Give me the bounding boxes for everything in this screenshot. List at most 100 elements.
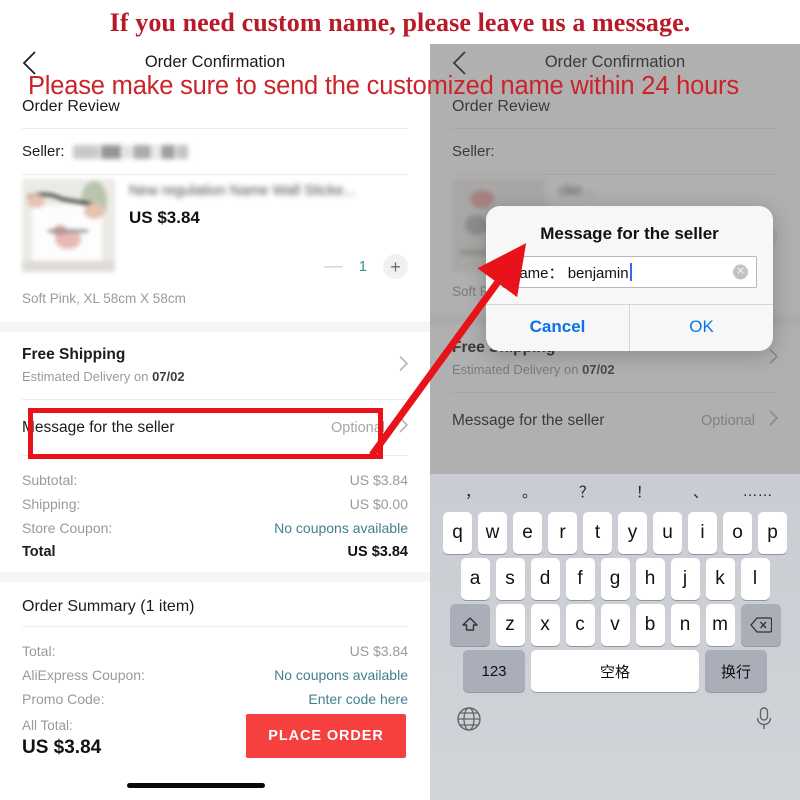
key-z[interactable]: z: [495, 604, 525, 646]
key-a[interactable]: a: [460, 558, 490, 600]
punctuation-row: ， 。 ？ ！ 、 ……: [430, 474, 800, 508]
annotation-headline-sub: Please make sure to send the customized …: [28, 72, 739, 100]
product-name: New regulation Name Wall Sticke...: [129, 183, 356, 199]
message-input-value: name： benjamin: [511, 264, 629, 282]
key-r[interactable]: r: [548, 512, 577, 554]
chevron-right-icon: [399, 355, 409, 376]
summary-row: Total: US $3.84: [22, 639, 408, 663]
globe-icon[interactable]: [456, 706, 482, 737]
total-row[interactable]: Store Coupon: No coupons available: [22, 516, 408, 540]
backspace-icon[interactable]: [740, 604, 781, 646]
key-w[interactable]: w: [478, 512, 507, 554]
key-n[interactable]: n: [670, 604, 700, 646]
key-t[interactable]: t: [583, 512, 612, 554]
right-phone-screen: Order Confirmation Order Review Seller:: [430, 44, 800, 800]
aliexpress-coupon-link[interactable]: No coupons available: [274, 667, 408, 683]
punct-key[interactable]: ，: [444, 481, 501, 502]
message-for-seller-dialog: Message for the seller name： benjamin ✕ …: [486, 206, 773, 351]
key-k[interactable]: k: [705, 558, 735, 600]
key-f[interactable]: f: [565, 558, 595, 600]
shipping-card: Free Shipping Estimated Delivery on 07/0…: [0, 332, 430, 572]
seller-row[interactable]: Seller:: [0, 129, 430, 174]
key-o[interactable]: o: [723, 512, 752, 554]
message-for-seller-value: Optional: [330, 419, 385, 436]
screenshot-root: Order Confirmation Order Review Seller:: [0, 0, 800, 800]
key-l[interactable]: l: [740, 558, 770, 600]
microphone-icon[interactable]: [754, 706, 774, 737]
seller-name-redacted: [72, 144, 188, 159]
place-order-button[interactable]: PLACE ORDER: [246, 714, 406, 758]
annotation-headline-top: If you need custom name, please leave us…: [109, 8, 691, 37]
product-thumbnail[interactable]: [22, 179, 115, 272]
totals-list: Subtotal: US $3.84 Shipping: US $0.00 St…: [0, 456, 430, 572]
total-value: US $3.84: [347, 544, 408, 560]
all-total-block: All Total: US $3.84: [22, 718, 101, 759]
key-d[interactable]: d: [530, 558, 560, 600]
summary-row[interactable]: AliExpress Coupon: No coupons available: [22, 663, 408, 687]
key-b[interactable]: b: [635, 604, 665, 646]
key-m[interactable]: m: [705, 604, 735, 646]
message-for-seller-label: Message for the seller: [22, 418, 175, 436]
store-coupon-link[interactable]: No coupons available: [274, 520, 408, 536]
keyboard-row-3: z x c v b n m: [430, 604, 800, 646]
return-key[interactable]: 换行: [705, 650, 767, 692]
product-price: US $3.84: [129, 208, 200, 227]
key-c[interactable]: c: [565, 604, 595, 646]
shift-up-icon[interactable]: [449, 604, 490, 646]
quantity-increment-button[interactable]: +: [383, 254, 408, 279]
key-y[interactable]: y: [618, 512, 647, 554]
dialog-actions: Cancel OK: [486, 304, 773, 351]
dialog-title: Message for the seller: [540, 224, 719, 243]
total-key: Subtotal:: [22, 472, 78, 488]
punct-key[interactable]: ？: [558, 481, 615, 502]
punct-key[interactable]: 。: [501, 481, 558, 502]
summary-key: Total:: [22, 643, 56, 659]
cancel-button[interactable]: Cancel: [486, 305, 630, 351]
message-for-seller-row[interactable]: Message for the seller Optional: [0, 400, 430, 455]
message-input[interactable]: name： benjamin ✕: [502, 256, 757, 288]
quantity-decrement-button[interactable]: —: [324, 257, 343, 276]
key-s[interactable]: s: [495, 558, 525, 600]
order-review-card: Order Review Seller: New regulation Name…: [0, 82, 430, 322]
key-h[interactable]: h: [635, 558, 665, 600]
punct-key[interactable]: ！: [615, 481, 672, 502]
shipping-date: 07/02: [152, 369, 185, 384]
ok-button[interactable]: OK: [630, 305, 773, 351]
total-key: Store Coupon:: [22, 520, 113, 536]
punct-key[interactable]: ……: [729, 483, 786, 500]
total-key: Shipping:: [22, 496, 81, 512]
total-row: Shipping: US $0.00: [22, 492, 408, 516]
shipping-subtitle: Estimated Delivery on 07/02: [22, 369, 408, 384]
key-e[interactable]: e: [513, 512, 542, 554]
left-phone-screen: Order Confirmation Order Review Seller:: [0, 44, 430, 800]
quantity-stepper[interactable]: — 1 +: [129, 254, 408, 279]
shipping-title: Free Shipping: [22, 346, 126, 363]
key-q[interactable]: q: [443, 512, 472, 554]
keyboard-row-4: 123 空格 换行: [430, 650, 800, 692]
key-u[interactable]: u: [653, 512, 682, 554]
summary-key: AliExpress Coupon:: [22, 667, 145, 683]
product-variant: Soft Pink, XL 58cm X 58cm: [22, 291, 186, 306]
order-summary-card: Order Summary (1 item) Total: US $3.84 A…: [0, 582, 430, 719]
key-i[interactable]: i: [688, 512, 717, 554]
punct-key[interactable]: 、: [672, 481, 729, 502]
key-g[interactable]: g: [600, 558, 630, 600]
home-indicator: [127, 783, 265, 788]
numeric-key[interactable]: 123: [463, 650, 525, 692]
seller-label: Seller:: [22, 143, 65, 160]
section-title-order-summary: Order Summary (1 item): [22, 598, 195, 615]
shipping-row[interactable]: Free Shipping Estimated Delivery on 07/0…: [0, 332, 430, 399]
key-p[interactable]: p: [758, 512, 787, 554]
onscreen-keyboard: ， 。 ？ ！ 、 …… q w e r t y u i o p a s d f…: [430, 474, 800, 800]
space-key[interactable]: 空格: [531, 650, 699, 692]
key-x[interactable]: x: [530, 604, 560, 646]
section-gap: [0, 572, 430, 582]
total-key: Total: [22, 544, 56, 560]
product-info: New regulation Name Wall Sticke... US $3…: [129, 179, 408, 279]
all-total-label: All Total:: [22, 718, 73, 733]
keyboard-row-2: a s d f g h j k l: [430, 558, 800, 600]
key-j[interactable]: j: [670, 558, 700, 600]
key-v[interactable]: v: [600, 604, 630, 646]
product-row[interactable]: New regulation Name Wall Sticke... US $3…: [0, 175, 430, 279]
clear-circle-icon[interactable]: ✕: [733, 264, 748, 280]
